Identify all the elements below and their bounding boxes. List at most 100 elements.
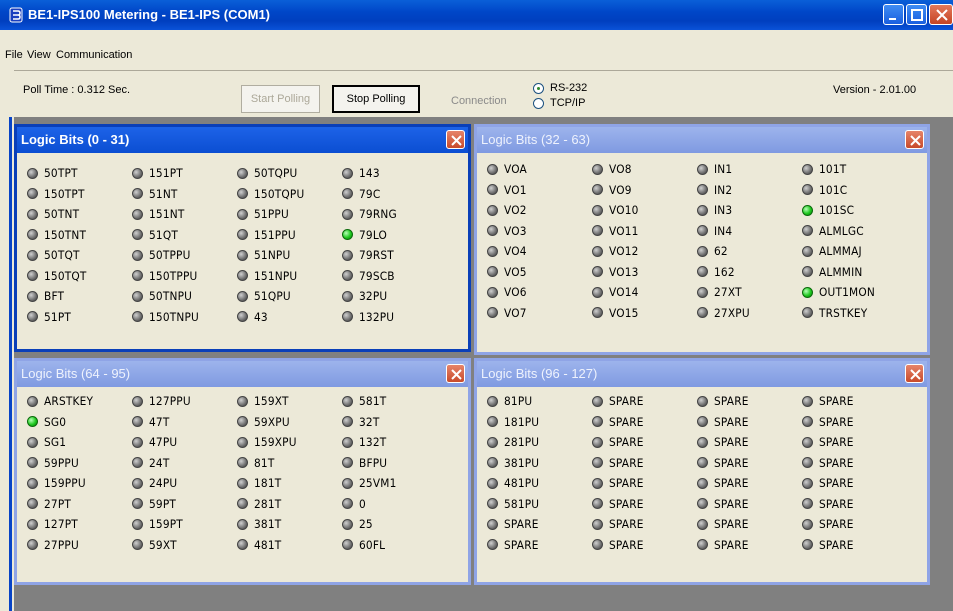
panel-title-bar[interactable]: Logic Bits (64 - 95) [17, 361, 468, 387]
logic-bit: 79RNG [342, 204, 447, 225]
close-button[interactable] [929, 4, 953, 25]
logic-bit-label: 581T [359, 394, 387, 409]
panel-title-bar[interactable]: Logic Bits (96 - 127) [477, 361, 927, 387]
logic-bit: 162 [697, 262, 802, 283]
led-off-icon [342, 395, 353, 407]
logic-bit: 79RST [342, 245, 447, 266]
logic-bit: SPARE [592, 391, 697, 412]
maximize-button[interactable] [906, 4, 927, 25]
logic-bit-label: 47PU [149, 435, 178, 450]
logic-bit-label: 27XPU [714, 305, 750, 320]
logic-bit: SPARE [592, 473, 697, 494]
led-on-icon [802, 286, 813, 298]
panel-close-button[interactable] [446, 130, 465, 149]
led-off-icon [487, 266, 498, 278]
logic-bit-label: 50TPPU [149, 248, 191, 263]
logic-bit: SPARE [592, 412, 697, 433]
led-off-icon [487, 498, 498, 510]
logic-bit-label: VO14 [609, 285, 639, 300]
led-off-icon [592, 539, 603, 551]
led-off-icon [802, 163, 813, 175]
led-off-icon [27, 518, 38, 530]
radio-tcpip[interactable]: TCP/IP [533, 97, 585, 109]
logic-bit-label: 32PU [359, 289, 388, 304]
panel-logic-bits-0-31[interactable]: Logic Bits (0 - 31) 50TPT 151PT 50TQPU 143 1… [14, 124, 471, 352]
menu-bar: File View Communication [0, 47, 953, 65]
logic-bit: 50TNT [27, 204, 132, 225]
logic-bit: 150TQPU [237, 184, 342, 205]
logic-bit-label: 51NT [149, 186, 178, 201]
logic-bit-label: 51PPU [254, 207, 289, 222]
logic-bit: 132PU [342, 307, 447, 328]
led-on-icon [342, 229, 353, 241]
logic-bit: SPARE [592, 432, 697, 453]
logic-bit-label: 143 [359, 166, 380, 181]
logic-bit: 581PU [487, 494, 592, 515]
panel-logic-bits-96-127[interactable]: Logic Bits (96 - 127) 81PU SPARE SPARE SPAR… [474, 358, 930, 585]
panel-close-button[interactable] [905, 130, 924, 149]
logic-bit-label: VO5 [504, 264, 527, 279]
panel-title-bar[interactable]: Logic Bits (0 - 31) [17, 127, 468, 153]
menu-view[interactable]: View [27, 49, 51, 61]
logic-bit: IN1 [697, 159, 802, 180]
logic-bit: 150TQT [27, 266, 132, 287]
logic-bit: SPARE [802, 412, 907, 433]
logic-bit: SG0 [27, 412, 132, 433]
logic-bit-label: SPARE [714, 517, 749, 532]
led-off-icon [132, 539, 143, 551]
logic-bit-label: IN1 [714, 162, 733, 177]
logic-bit: 50TPPU [132, 245, 237, 266]
led-off-icon [592, 457, 603, 469]
minimize-button[interactable] [883, 4, 904, 25]
led-off-icon [132, 477, 143, 489]
led-off-icon [697, 286, 708, 298]
stop-polling-button[interactable]: Stop Polling [332, 85, 420, 113]
logic-bit-label: SPARE [609, 496, 644, 511]
led-off-icon [487, 518, 498, 530]
logic-bit-label: SPARE [609, 435, 644, 450]
radio-tcpip-button[interactable] [533, 97, 544, 109]
logic-bit-label: SPARE [819, 476, 854, 491]
logic-bit: ALMMAJ [802, 241, 907, 262]
menu-file[interactable]: File [5, 49, 23, 61]
led-off-icon [132, 416, 143, 428]
led-off-icon [592, 307, 603, 319]
panel-close-button[interactable] [446, 364, 465, 383]
led-off-icon [132, 188, 143, 200]
logic-bit: 101SC [802, 200, 907, 221]
led-off-icon [27, 249, 38, 261]
logic-bit-label: VO15 [609, 305, 639, 320]
panel-title-bar[interactable]: Logic Bits (32 - 63) [477, 127, 927, 153]
logic-bit: 24T [132, 453, 237, 474]
led-off-icon [697, 416, 708, 428]
led-off-icon [802, 498, 813, 510]
logic-bit-label: 51PT [44, 309, 72, 324]
logic-bit-label: SPARE [609, 517, 644, 532]
radio-rs232[interactable]: RS-232 [533, 82, 587, 94]
panel-logic-bits-64-95[interactable]: Logic Bits (64 - 95) ARSTKEY 127PPU 159XT 5… [14, 358, 471, 585]
panel-close-button[interactable] [905, 364, 924, 383]
logic-bit-label: 60FL [359, 537, 386, 552]
logic-bit-label: SG0 [44, 414, 67, 429]
start-polling-button[interactable]: Start Polling [241, 85, 320, 113]
title-bar[interactable]: BE1-IPS100 Metering - BE1-IPS (COM1) [0, 0, 953, 30]
logic-bit-label: 162 [714, 264, 735, 279]
logic-bit: 43 [237, 307, 342, 328]
logic-bit: SG1 [27, 432, 132, 453]
radio-rs232-button[interactable] [533, 82, 544, 94]
logic-bit-label: 381PU [504, 455, 540, 470]
logic-bit: VO15 [592, 303, 697, 324]
led-off-icon [592, 518, 603, 530]
led-off-icon [342, 290, 353, 302]
logic-bit-label: SPARE [714, 496, 749, 511]
logic-bit-label: VO13 [609, 264, 639, 279]
logic-bit-label: 150TNT [44, 227, 87, 242]
logic-bit-label: 79RST [359, 248, 394, 263]
logic-bit-label: 151PPU [254, 227, 296, 242]
logic-bit: VO13 [592, 262, 697, 283]
panel-logic-bits-32-63[interactable]: Logic Bits (32 - 63) VOA VO8 IN1 101T VO1 VO9… [474, 124, 930, 355]
menu-communication[interactable]: Communication [56, 49, 132, 61]
logic-bit: SPARE [697, 432, 802, 453]
led-off-icon [342, 539, 353, 551]
bit-grid: VOA VO8 IN1 101T VO1 VO9 IN2 101C VO2 VO10 IN3 101S… [487, 159, 907, 323]
